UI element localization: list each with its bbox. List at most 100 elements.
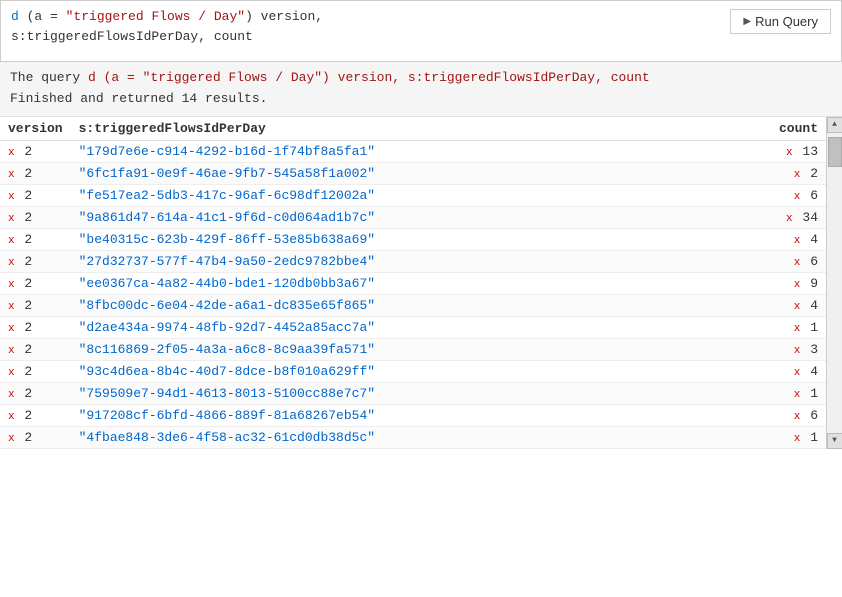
- info-query: d (a = "triggered Flows / Day") version,…: [88, 70, 650, 85]
- cell-id[interactable]: "8c116869-2f05-4a3a-a6c8-8c9aa39fa571": [71, 338, 746, 360]
- header-count: count: [746, 117, 826, 141]
- x-icon: x: [8, 257, 15, 269]
- table-row: x 2"93c4d6ea-8b4c-40d7-8dce-b8f010a629ff…: [0, 360, 826, 382]
- cell-count: x 6: [746, 250, 826, 272]
- x-icon: x: [8, 235, 15, 247]
- cell-id[interactable]: "be40315c-623b-429f-86ff-53e85b638a69": [71, 228, 746, 250]
- cell-version: x 2: [0, 250, 71, 272]
- x-icon: x: [8, 345, 15, 357]
- scroll-up-arrow[interactable]: ▲: [827, 117, 842, 133]
- table-row: x 2 "179d7e6e-c914-4292-b16d-1f74bf8a5fa1…: [0, 140, 826, 162]
- x-icon: x: [8, 279, 15, 291]
- cell-version: x 2: [0, 426, 71, 448]
- x-icon: x: [794, 389, 801, 401]
- scrollbar[interactable]: ▲ ▼: [826, 117, 842, 449]
- results-table: version s:triggeredFlowsIdPerDay count x…: [0, 117, 826, 449]
- id-link[interactable]: "917208cf-6bfd-4866-889f-81a68267eb54": [79, 408, 375, 423]
- table-row: x 2 "fe517ea2-5db3-417c-96af-6c98df12002a…: [0, 184, 826, 206]
- cell-version: x 2: [0, 162, 71, 184]
- table-row: x 2 "6fc1fa91-0e9f-46ae-9fb7-545a58f1a002…: [0, 162, 826, 184]
- cell-version: x 2: [0, 184, 71, 206]
- id-link[interactable]: "6fc1fa91-0e9f-46ae-9fb7-545a58f1a002": [79, 166, 375, 181]
- x-icon: x: [794, 235, 801, 247]
- run-query-label: Run Query: [755, 14, 818, 29]
- x-icon: x: [794, 345, 801, 357]
- header-id: s:triggeredFlowsIdPerDay: [71, 117, 746, 141]
- table-row: x 2 "27d32737-577f-47b4-9a50-2edc9782bbe4…: [0, 250, 826, 272]
- query-string: "triggered Flows / Day": [66, 9, 245, 24]
- x-icon: x: [8, 301, 15, 313]
- x-icon: x: [794, 323, 801, 335]
- scroll-down-arrow[interactable]: ▼: [827, 433, 842, 449]
- cell-version: x 2: [0, 338, 71, 360]
- cell-count: x 6: [746, 184, 826, 206]
- header-version: version: [0, 117, 71, 141]
- info-bar: The query d (a = "triggered Flows / Day"…: [0, 62, 842, 117]
- id-link[interactable]: "179d7e6e-c914-4292-b16d-1f74bf8a5fa1": [79, 144, 375, 159]
- id-link[interactable]: "27d32737-577f-47b4-9a50-2edc9782bbe4": [79, 254, 375, 269]
- cell-id[interactable]: "ee0367ca-4a82-44b0-bde1-120db0bb3a67": [71, 272, 746, 294]
- id-link[interactable]: "9a861d47-614a-41c1-9f6d-c0d064ad1b7c": [79, 210, 375, 225]
- cell-id[interactable]: "27d32737-577f-47b4-9a50-2edc9782bbe4": [71, 250, 746, 272]
- x-icon: x: [794, 367, 801, 379]
- play-icon: ▶: [743, 16, 751, 27]
- info-prefix: The query: [10, 70, 88, 85]
- query-display: d (a = "triggered Flows / Day") version,…: [11, 7, 718, 46]
- id-link[interactable]: "d2ae434a-9974-48fb-92d7-4452a85acc7a": [79, 320, 375, 335]
- cell-count: x 3: [746, 338, 826, 360]
- x-icon: x: [794, 169, 801, 181]
- x-icon: x: [8, 213, 15, 225]
- table-row: x 2"d2ae434a-9974-48fb-92d7-4452a85acc7a…: [0, 316, 826, 338]
- id-link[interactable]: "be40315c-623b-429f-86ff-53e85b638a69": [79, 232, 375, 247]
- query-plain-1: (a =: [19, 9, 66, 24]
- results-table-wrapper: version s:triggeredFlowsIdPerDay count x…: [0, 117, 842, 449]
- cell-id[interactable]: "179d7e6e-c914-4292-b16d-1f74bf8a5fa1": [71, 140, 746, 162]
- cell-version: x 2: [0, 272, 71, 294]
- table-row: x 2 "ee0367ca-4a82-44b0-bde1-120db0bb3a67…: [0, 272, 826, 294]
- x-icon: x: [794, 257, 801, 269]
- x-icon: x: [794, 411, 801, 423]
- id-link[interactable]: "fe517ea2-5db3-417c-96af-6c98df12002a": [79, 188, 375, 203]
- info-suffix: Finished and returned 14 results.: [10, 91, 267, 106]
- cell-version: x 2: [0, 294, 71, 316]
- results-container: version s:triggeredFlowsIdPerDay count x…: [0, 117, 842, 449]
- x-icon: x: [786, 213, 793, 225]
- scroll-thumb[interactable]: [828, 137, 842, 167]
- run-query-button[interactable]: ▶ Run Query: [730, 9, 831, 34]
- x-icon: x: [8, 389, 15, 401]
- cell-count: x 1: [746, 426, 826, 448]
- cell-count: x 6: [746, 404, 826, 426]
- id-link[interactable]: "759509e7-94d1-4613-8013-5100cc88e7c7": [79, 386, 375, 401]
- x-icon: x: [8, 411, 15, 423]
- table-row: x 2 "4fbae848-3de6-4f58-ac32-61cd0db38d5c…: [0, 426, 826, 448]
- id-link[interactable]: "93c4d6ea-8b4c-40d7-8dce-b8f010a629ff": [79, 364, 375, 379]
- cell-id[interactable]: "fe517ea2-5db3-417c-96af-6c98df12002a": [71, 184, 746, 206]
- cell-count: x 1: [746, 382, 826, 404]
- id-link[interactable]: "4fbae848-3de6-4f58-ac32-61cd0db38d5c": [79, 430, 375, 445]
- table-header-row: version s:triggeredFlowsIdPerDay count: [0, 117, 826, 141]
- cell-id[interactable]: "759509e7-94d1-4613-8013-5100cc88e7c7": [71, 382, 746, 404]
- scroll-track[interactable]: [827, 133, 842, 433]
- x-icon: x: [8, 191, 15, 203]
- id-link[interactable]: "ee0367ca-4a82-44b0-bde1-120db0bb3a67": [79, 276, 375, 291]
- x-icon: x: [8, 433, 15, 445]
- x-icon: x: [794, 433, 801, 445]
- x-icon: x: [8, 169, 15, 181]
- cell-id[interactable]: "6fc1fa91-0e9f-46ae-9fb7-545a58f1a002": [71, 162, 746, 184]
- cell-count: x 34: [746, 206, 826, 228]
- cell-id[interactable]: "9a861d47-614a-41c1-9f6d-c0d064ad1b7c": [71, 206, 746, 228]
- x-icon: x: [794, 301, 801, 313]
- id-link[interactable]: "8fbc00dc-6e04-42de-a6a1-dc835e65f865": [79, 298, 375, 313]
- cell-id[interactable]: "917208cf-6bfd-4866-889f-81a68267eb54": [71, 404, 746, 426]
- cell-id[interactable]: "d2ae434a-9974-48fb-92d7-4452a85acc7a": [71, 316, 746, 338]
- table-row: x 2 "8c116869-2f05-4a3a-a6c8-8c9aa39fa571…: [0, 338, 826, 360]
- x-icon: x: [8, 323, 15, 335]
- cell-id[interactable]: "93c4d6ea-8b4c-40d7-8dce-b8f010a629ff": [71, 360, 746, 382]
- cell-id[interactable]: "4fbae848-3de6-4f58-ac32-61cd0db38d5c": [71, 426, 746, 448]
- id-link[interactable]: "8c116869-2f05-4a3a-a6c8-8c9aa39fa571": [79, 342, 375, 357]
- cell-id[interactable]: "8fbc00dc-6e04-42de-a6a1-dc835e65f865": [71, 294, 746, 316]
- table-row: x 2"be40315c-623b-429f-86ff-53e85b638a69…: [0, 228, 826, 250]
- query-bar: d (a = "triggered Flows / Day") version,…: [0, 0, 842, 62]
- cell-version: x 2: [0, 140, 71, 162]
- x-icon: x: [8, 147, 15, 159]
